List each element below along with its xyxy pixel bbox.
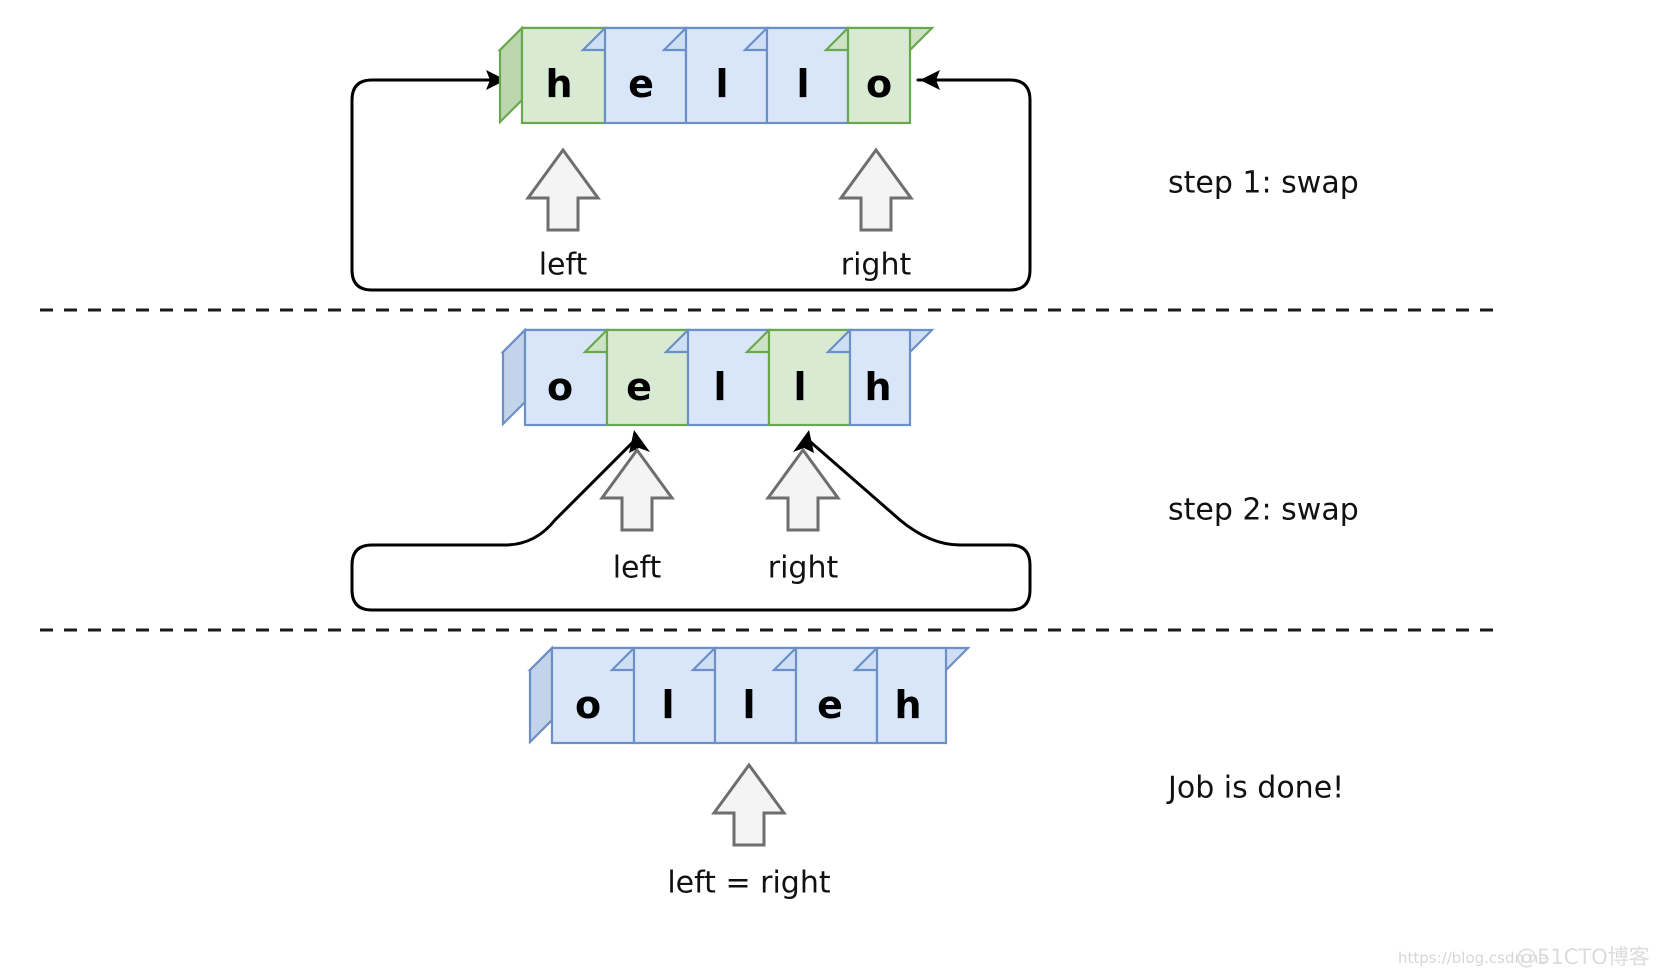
- step-1-array: h e l l o: [497, 25, 935, 125]
- cell-letter: l: [661, 683, 674, 727]
- cell-letter: e: [628, 62, 654, 106]
- diagram-root: h e l l o left right step 1: swap o e l …: [0, 0, 1662, 978]
- step-2-group: o e l l h left right step 2: swap: [350, 327, 1359, 612]
- cell-letter: o: [866, 62, 892, 106]
- watermark-brand: @51CTO博客: [1516, 945, 1650, 969]
- pointer-label: right: [841, 248, 912, 283]
- cell-letter: h: [864, 365, 891, 409]
- up-arrow-icon: [711, 762, 787, 847]
- cell-letter: h: [894, 683, 921, 727]
- step-3-pointer-equal: left = right: [667, 762, 831, 901]
- cell-side-face: [501, 327, 527, 427]
- pointer-label: right: [768, 551, 839, 586]
- step-2-swap-connector: [350, 436, 1032, 612]
- cell-side-face: [528, 645, 554, 745]
- cell-letter: o: [547, 365, 573, 409]
- up-arrow-icon: [525, 147, 601, 232]
- cell-letter: e: [817, 683, 843, 727]
- step-2-pointer-left: left: [599, 447, 675, 586]
- step-3-caption: Job is done!: [1166, 771, 1344, 806]
- cell-letter: l: [713, 365, 726, 409]
- step-2-arrowhead-left: [629, 430, 650, 453]
- string-reversal-diagram: h e l l o left right step 1: swap o e l …: [40, 25, 1650, 969]
- step-1-group: h e l l o left right step 1: swap: [350, 25, 1359, 292]
- step-1-pointer-left: left: [525, 147, 601, 283]
- cell-letter: h: [545, 62, 572, 106]
- cell-letter: o: [575, 683, 601, 727]
- pointer-label: left: [613, 551, 662, 586]
- step-1-caption: step 1: swap: [1168, 166, 1359, 201]
- step-3-group: o l l e h left = right Job is done!: [527, 645, 1344, 901]
- pointer-label: left: [539, 248, 588, 283]
- step-1-pointer-right: right: [838, 147, 914, 283]
- cell-letter: l: [796, 62, 809, 106]
- step-3-array: o l l e h: [527, 645, 971, 745]
- cell-side-face: [498, 25, 524, 125]
- pointer-label: left = right: [667, 866, 831, 901]
- step-2-array: o e l l h: [500, 327, 935, 427]
- cell-letter: l: [742, 683, 755, 727]
- watermark: https://blog.csdn.ne @51CTO博客: [1398, 945, 1650, 969]
- cell-letter: e: [626, 365, 652, 409]
- cell-letter: l: [715, 62, 728, 106]
- up-arrow-icon: [838, 147, 914, 232]
- step-2-pointer-right: right: [765, 447, 841, 586]
- up-arrow-icon: [765, 447, 841, 532]
- cell-letter: l: [793, 365, 806, 409]
- step-2-caption: step 2: swap: [1168, 493, 1359, 528]
